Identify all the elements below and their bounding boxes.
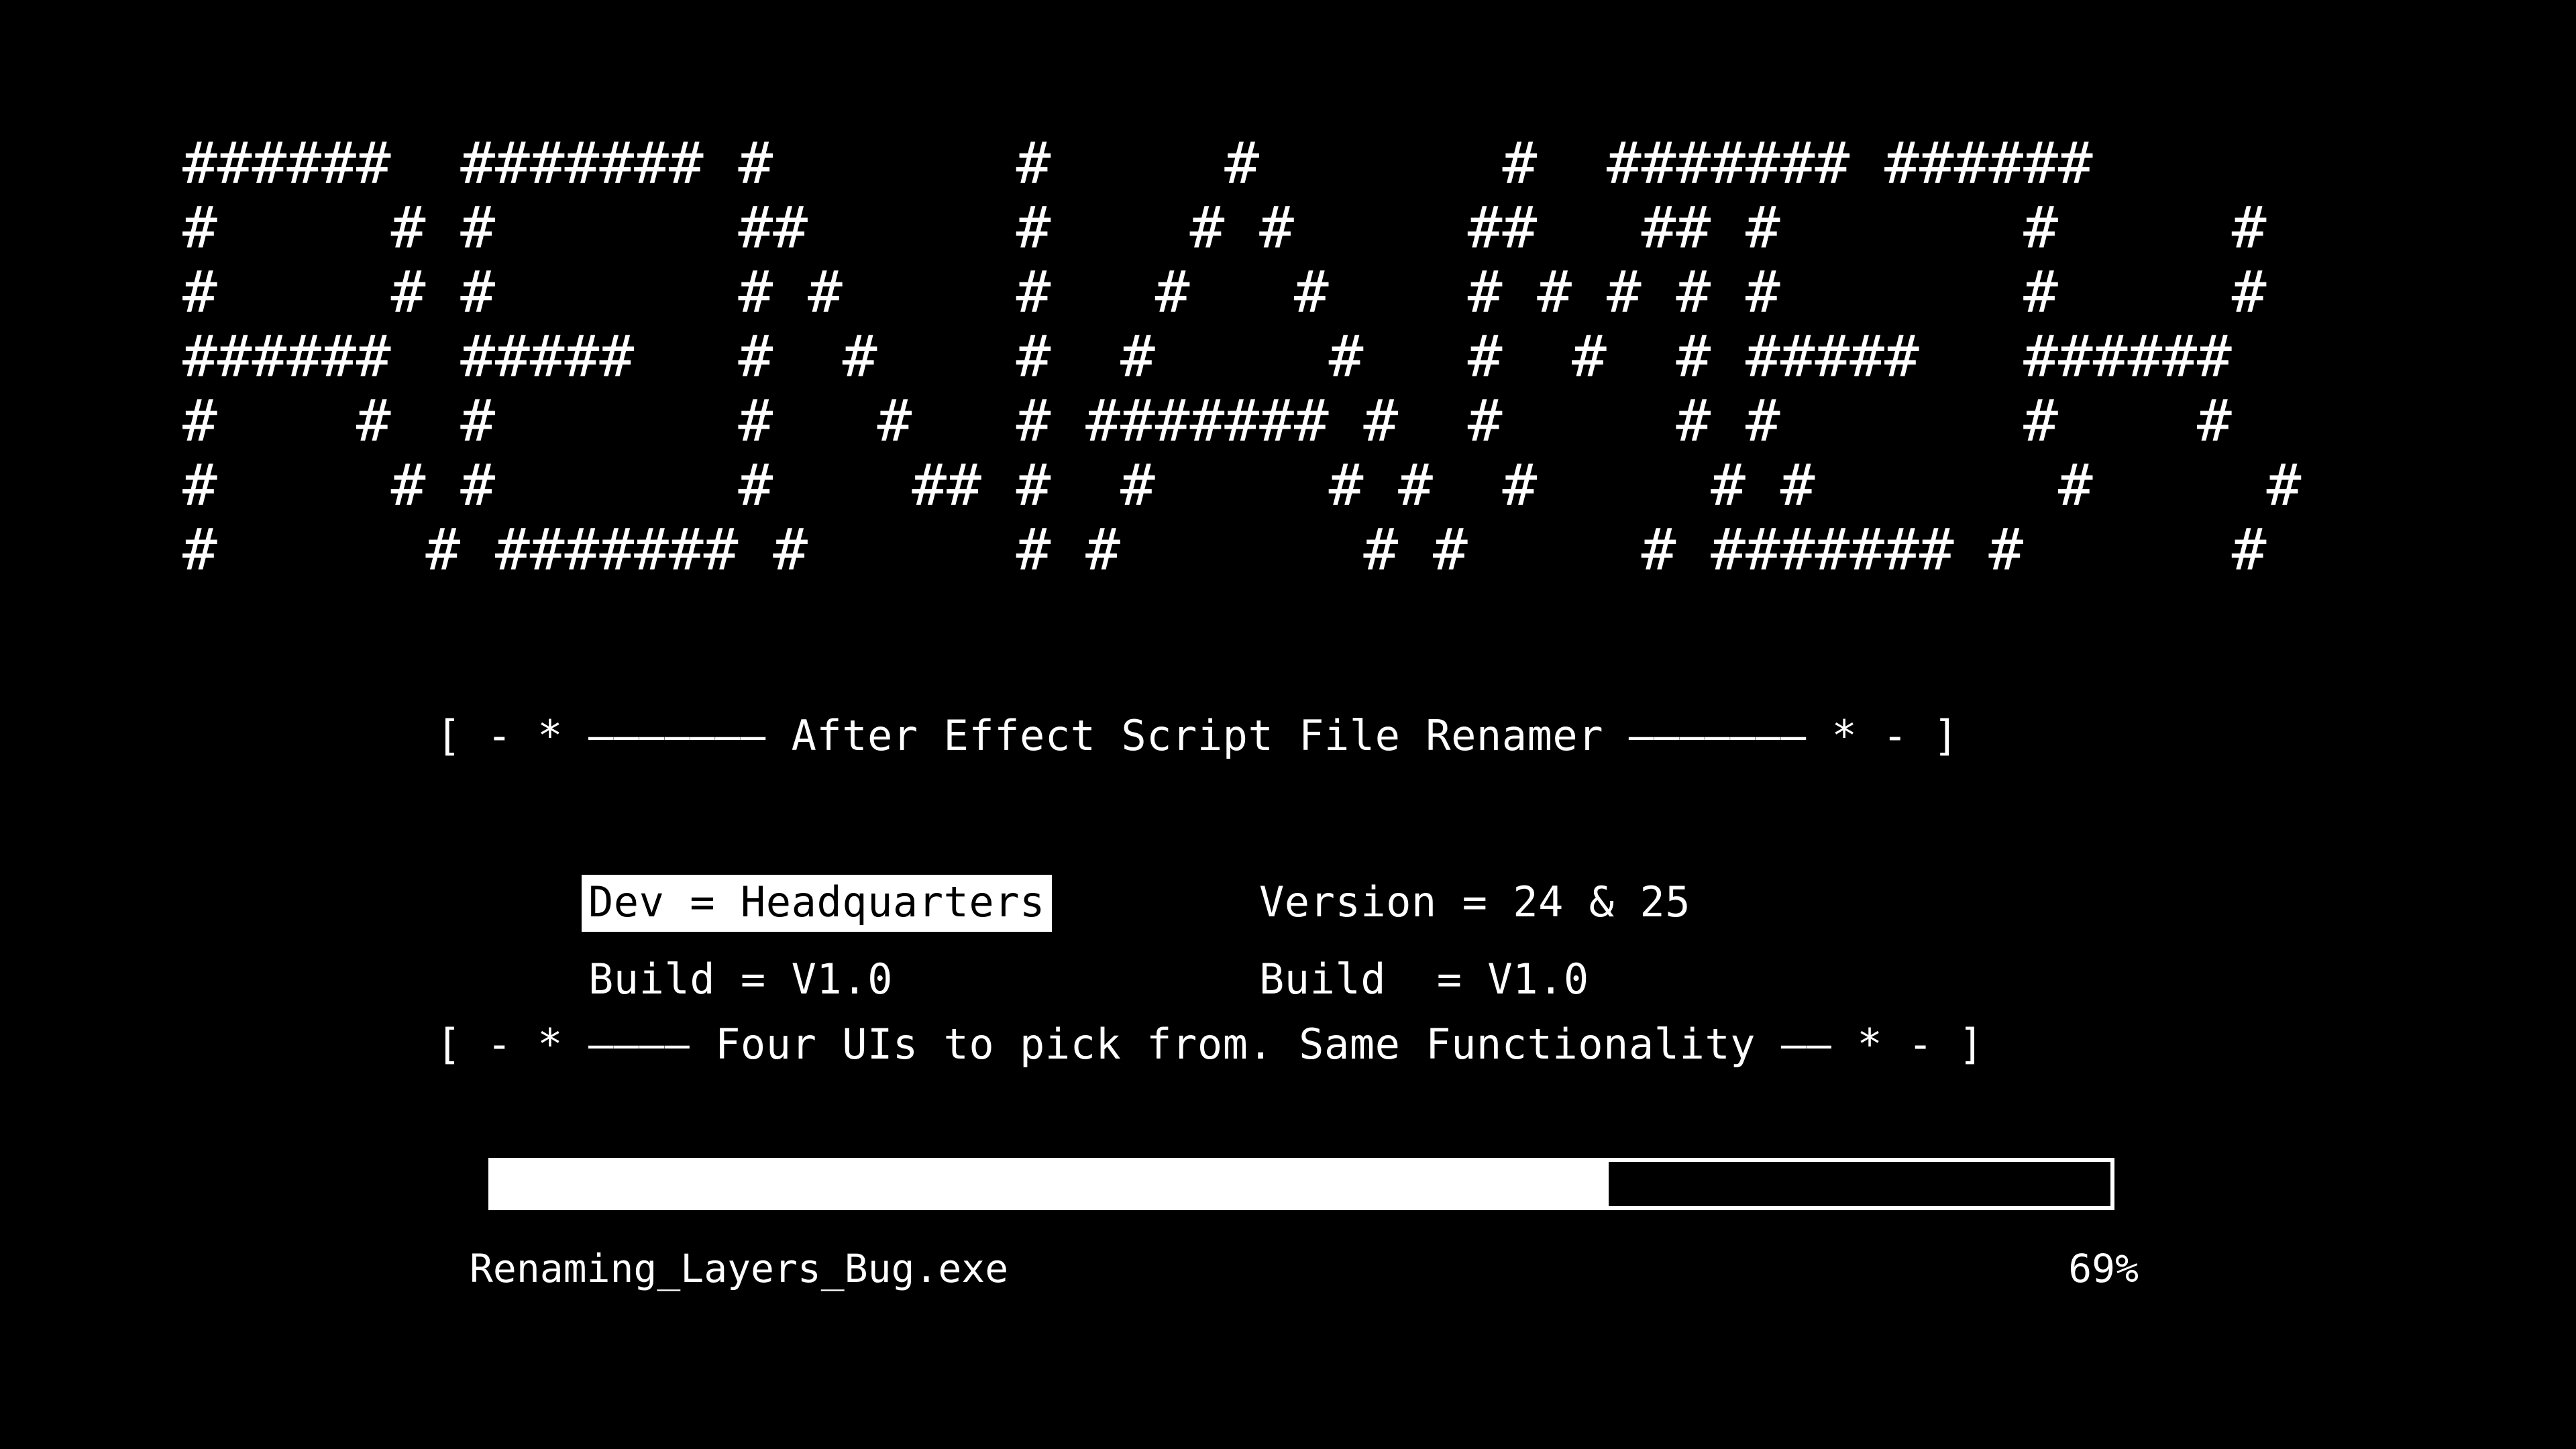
footer-rule-line: [ - * ———— Four UIs to pick from. Same F… (436, 1020, 1984, 1069)
header-rule-line: [ - * ——————— After Effect Script File R… (436, 711, 1959, 760)
progress-percent-label: 69% (2068, 1246, 2139, 1291)
build-right-field: Build = V1.0 (1258, 955, 1589, 1004)
progress-file-label: Renaming_Layers_Bug.exe (470, 1246, 1009, 1291)
progress-status-row: Renaming_Layers_Bug.exe 69% (470, 1246, 2139, 1291)
progress-bar-fill (492, 1162, 1609, 1206)
build-left-field: Build = V1.0 (588, 955, 893, 1004)
info-text-block: [ - * ——————— After Effect Script File R… (0, 0, 2576, 1449)
splash-screen: ###### ####### # # # # ####### ###### # … (0, 0, 2576, 1449)
progress-bar (488, 1158, 2114, 1210)
